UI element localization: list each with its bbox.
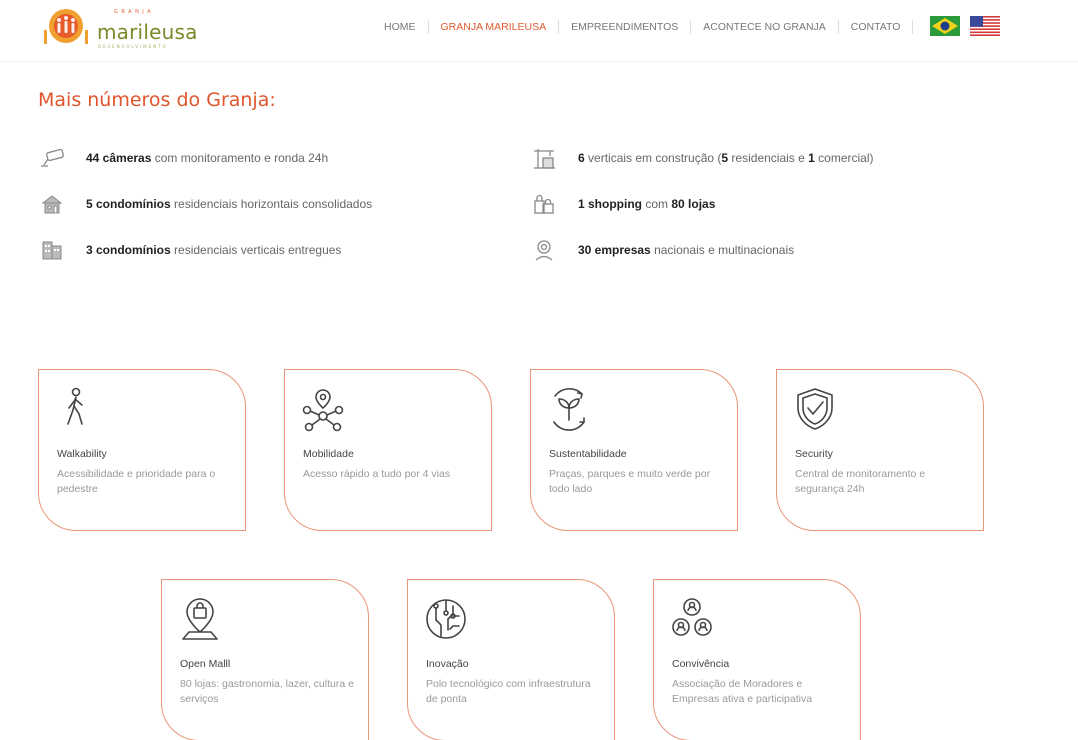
card-description: Polo tecnológico com infraestrutura de p… bbox=[426, 678, 591, 705]
stat-cameras: 44 câmeras com monitoramento e ronda 24h bbox=[40, 147, 328, 169]
stat-text: verticais em construção ( bbox=[584, 151, 722, 165]
brand-logo[interactable]: GRANJA marileusa DESENVOLVIMENTO bbox=[40, 6, 197, 50]
language-switcher bbox=[930, 16, 1000, 36]
nav-item-empreendimentos[interactable]: EMPREENDIMENTOS bbox=[559, 21, 690, 33]
stat-strong: 44 câmeras bbox=[86, 151, 152, 165]
stat-text-3: comercial) bbox=[814, 151, 874, 165]
nav-divider bbox=[912, 20, 914, 34]
stat-companies: 30 empresas nacionais e multinacionais bbox=[532, 239, 794, 261]
card-title: Mobilidade bbox=[303, 448, 354, 460]
feature-card-convivencia[interactable]: Convivência Associação de Moradores e Em… bbox=[653, 579, 861, 740]
main-nav: HOME GRANJA MARILEUSA EMPREENDIMENTOS AC… bbox=[372, 20, 914, 34]
community-icon bbox=[672, 598, 712, 636]
stat-strong: 5 condomínios bbox=[86, 197, 171, 211]
feature-card-inovacao[interactable]: Inovação Polo tecnológico com infraestru… bbox=[407, 579, 615, 740]
stat-text: nacionais e multinacionais bbox=[650, 243, 795, 257]
feature-card-walkability[interactable]: Walkability Acessibilidade e prioridade … bbox=[38, 369, 246, 531]
shield-check-icon bbox=[797, 388, 833, 430]
brand-top-text: GRANJA bbox=[114, 9, 155, 15]
card-title: Inovação bbox=[426, 658, 469, 670]
site-header: GRANJA marileusa DESENVOLVIMENTO HOME GR… bbox=[0, 0, 1078, 62]
stat-text: residenciais verticais entregues bbox=[170, 243, 342, 257]
camera-icon bbox=[41, 148, 64, 167]
stat-shopping: 1 shopping com 80 lojas bbox=[532, 193, 715, 215]
card-title: Open Malll bbox=[180, 658, 231, 670]
nav-item-acontece[interactable]: ACONTECE NO GRANJA bbox=[691, 21, 838, 33]
crane-icon bbox=[534, 149, 555, 169]
stat-strong: 6 bbox=[578, 151, 585, 165]
stat-strong: 1 shopping bbox=[578, 197, 642, 211]
brand-bottom-text: DESENVOLVIMENTO bbox=[98, 44, 168, 49]
card-description: Acesso rápido a tudo por 4 vias bbox=[303, 468, 451, 480]
card-description: Praças, parques e muito verde por todo l… bbox=[549, 468, 711, 495]
card-description: 80 lojas: gastronomia, lazer, cultura e … bbox=[180, 678, 354, 705]
card-title: Sustentabilidade bbox=[549, 448, 627, 460]
nav-item-contato[interactable]: CONTATO bbox=[839, 21, 913, 33]
section-title: Mais números do Granja: bbox=[38, 89, 276, 111]
card-title: Walkability bbox=[57, 448, 107, 460]
nav-item-home[interactable]: HOME bbox=[372, 21, 428, 33]
card-description: Acessibilidade e prioridade para o pedes… bbox=[57, 468, 216, 495]
house-icon bbox=[41, 195, 63, 214]
location-network-icon bbox=[302, 389, 344, 432]
brand-name: marileusa bbox=[97, 20, 198, 44]
shopping-pin-icon bbox=[182, 598, 218, 640]
stat-strong-2: 80 lojas bbox=[671, 197, 716, 211]
circuit-icon bbox=[426, 599, 466, 639]
stat-text: com monitoramento e ronda 24h bbox=[151, 151, 329, 165]
card-title: Security bbox=[795, 448, 833, 460]
building-icon bbox=[42, 241, 62, 260]
stat-strong-3: 1 bbox=[808, 151, 815, 165]
card-description: Central de monitoramento e segurança 24h bbox=[795, 468, 926, 495]
usa-flag-icon[interactable] bbox=[970, 16, 1000, 36]
stat-text: residenciais horizontais consolidados bbox=[170, 197, 373, 211]
card-title: Convivência bbox=[672, 658, 730, 670]
feature-card-security[interactable]: Security Central de monitoramento e segu… bbox=[776, 369, 984, 531]
stat-strong: 3 condomínios bbox=[86, 243, 171, 257]
stat-vertical-condos: 3 condomínios residenciais verticais ent… bbox=[40, 239, 341, 261]
feature-card-sustentabilidade[interactable]: Sustentabilidade Praças, parques e muito… bbox=[530, 369, 738, 531]
feature-card-mobilidade[interactable]: Mobilidade Acesso rápido a tudo por 4 vi… bbox=[284, 369, 492, 531]
stat-horizontal-condos: 5 condomínios residenciais horizontais c… bbox=[40, 193, 372, 215]
stat-text: com bbox=[642, 197, 672, 211]
pedestrian-icon bbox=[67, 387, 83, 425]
shopping-bags-icon bbox=[534, 194, 554, 214]
company-icon bbox=[535, 240, 553, 261]
card-description: Associação de Moradores e Empresas ativa… bbox=[672, 678, 813, 705]
stat-text-2: residenciais e bbox=[728, 151, 809, 165]
stat-strong: 30 empresas bbox=[578, 243, 651, 257]
brand-logo-mark bbox=[44, 9, 88, 44]
feature-card-open-mall[interactable]: Open Malll 80 lojas: gastronomia, lazer,… bbox=[161, 579, 369, 740]
nav-item-granja-marileusa[interactable]: GRANJA MARILEUSA bbox=[429, 21, 559, 33]
stat-under-construction: 6 verticais em construção (5 residenciai… bbox=[532, 147, 874, 169]
brazil-flag-icon[interactable] bbox=[930, 16, 960, 36]
sprout-icon bbox=[553, 388, 585, 431]
